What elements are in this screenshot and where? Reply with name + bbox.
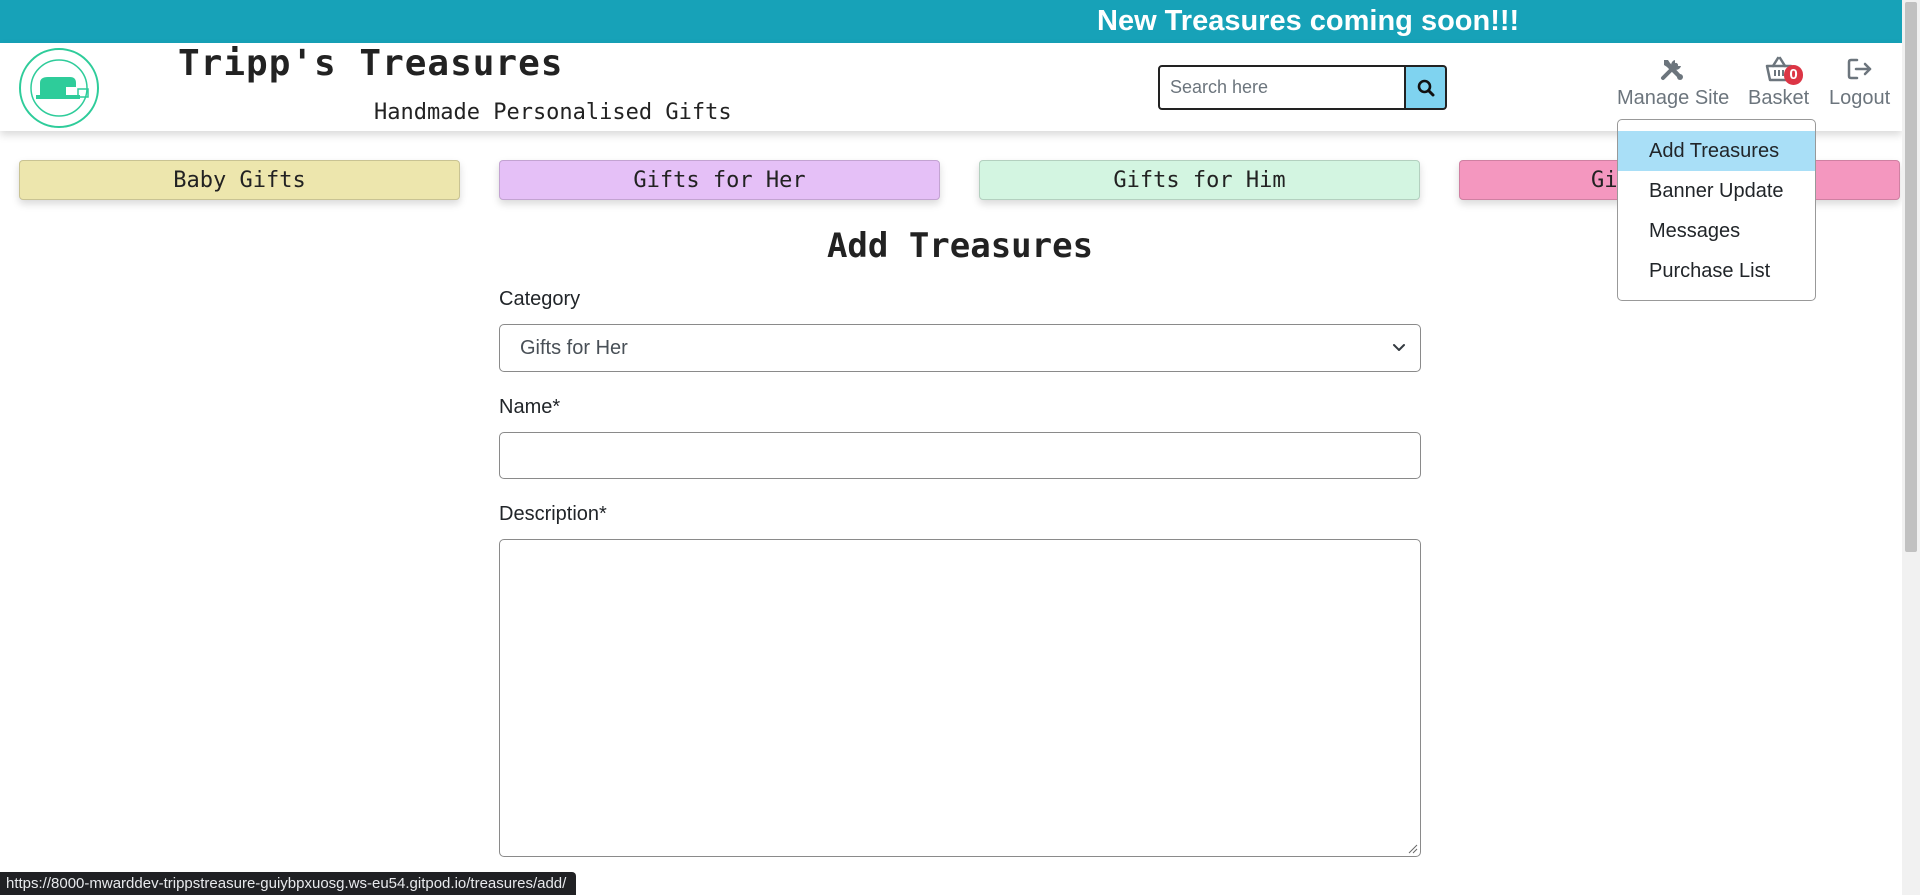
dropdown-item-purchase-list[interactable]: Purchase List — [1618, 251, 1815, 291]
dropdown-item-banner-update[interactable]: Banner Update — [1618, 171, 1815, 211]
category-gifts-for-him[interactable]: Gifts for Him — [979, 160, 1420, 200]
category-gifts-for-her[interactable]: Gifts for Her — [499, 160, 940, 200]
category-gifts-other-label: Gi — [1591, 167, 1618, 193]
logout-label: Logout — [1829, 87, 1891, 109]
search-input[interactable] — [1158, 65, 1406, 110]
banner-text: New Treasures coming soon!!! — [1097, 5, 1520, 37]
description-label: Description* — [499, 503, 607, 525]
basket-label: Basket — [1748, 87, 1810, 109]
manage-site-link[interactable]: Manage Site — [1617, 55, 1729, 110]
dropdown-item-add-treasures[interactable]: Add Treasures — [1618, 131, 1815, 171]
site-title[interactable]: Tripp's Treasures — [178, 43, 563, 84]
search-form — [1158, 65, 1447, 110]
status-bar-url: https://8000-mwarddev-trippstreasure-gui… — [0, 872, 577, 895]
scrollbar-thumb[interactable] — [1905, 2, 1917, 552]
sewing-machine-logo-icon — [19, 48, 99, 128]
page-scrollbar[interactable] — [1902, 0, 1920, 895]
announcement-banner: New Treasures coming soon!!! — [0, 0, 1920, 43]
description-textarea[interactable] — [499, 539, 1421, 857]
site-tagline: Handmade Personalised Gifts — [374, 100, 732, 125]
name-input[interactable] — [499, 432, 1421, 479]
tools-icon — [1661, 60, 1684, 80]
category-select-value: Gifts for Her — [520, 336, 628, 359]
category-baby-gifts[interactable]: Baby Gifts — [19, 160, 460, 200]
logout-link[interactable]: Logout — [1829, 55, 1890, 110]
manage-site-dropdown: Add Treasures Banner Update Messages Pur… — [1617, 119, 1816, 301]
search-icon — [1417, 79, 1434, 96]
basket-count-badge: 0 — [1784, 65, 1803, 85]
basket-link[interactable]: 0 Basket — [1748, 55, 1809, 110]
category-select[interactable]: Gifts for Her — [499, 324, 1421, 372]
chevron-down-icon — [1393, 344, 1405, 351]
manage-site-label: Manage Site — [1617, 87, 1730, 109]
category-label: Category — [499, 288, 581, 310]
page-title: Add Treasures — [826, 226, 1094, 266]
resize-handle-icon[interactable] — [1406, 842, 1418, 854]
dropdown-item-messages[interactable]: Messages — [1618, 211, 1815, 251]
site-header: Tripp's Treasures Handmade Personalised … — [0, 43, 1902, 131]
logout-icon — [1847, 58, 1871, 80]
name-label: Name* — [499, 396, 561, 418]
search-button[interactable] — [1406, 65, 1447, 110]
site-logo[interactable] — [18, 47, 100, 129]
